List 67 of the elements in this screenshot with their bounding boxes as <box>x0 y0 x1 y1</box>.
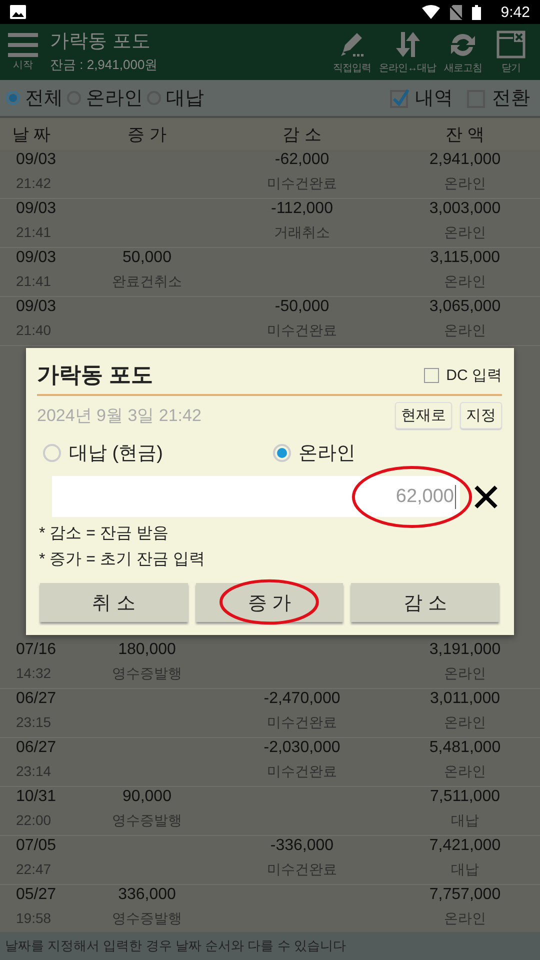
balance-cell-text: 3,011,000 <box>429 690 501 709</box>
date-cell-text: 10/31 <box>15 788 58 807</box>
column-header: 감 소 <box>282 124 322 146</box>
balance-cell-text: 3,065,000 <box>428 298 502 317</box>
footer-note: 날짜를 지정해서 입력한 경우 날짜 순서와 다를 수 있습니다 <box>5 937 346 955</box>
balance-cell-text: 7,511,000 <box>429 788 501 807</box>
checkbox-option[interactable]: 전환 <box>467 85 534 111</box>
balance-cell-text: 3,115,000 <box>429 249 501 268</box>
decrease-amount: -2,030,000 <box>262 739 342 758</box>
wifi-icon <box>422 5 440 19</box>
radio-option[interactable]: 전체 <box>6 85 67 111</box>
decrease-amount: -62,000 <box>274 151 330 170</box>
date-cell-text: 07/16 <box>15 641 58 660</box>
dialog-title: 가락동 포도 <box>37 361 154 389</box>
dc-checkbox[interactable]: DC 입력 <box>424 366 502 384</box>
column-header: 증 가 <box>126 124 168 146</box>
payment-radio[interactable]: 온라인 <box>272 440 502 466</box>
close-icon <box>474 484 498 508</box>
date-cell-text: 06/27 <box>15 739 58 758</box>
toolbar-button[interactable]: 온라인↔대납 <box>377 24 438 80</box>
action-button[interactable]: 감 소 <box>351 583 500 622</box>
radio-option[interactable]: 대납 <box>147 85 208 111</box>
date-cell-text: 09/03 <box>15 200 58 219</box>
toolbar-button[interactable]: 직접입력 <box>329 24 375 80</box>
column-header: 잔 액 <box>444 124 486 146</box>
balance-cell-text: 3,191,000 <box>428 641 502 660</box>
no-sim-icon <box>450 4 462 20</box>
balance-text: 잔금 : 2,941,000원 <box>50 56 159 74</box>
image-icon <box>10 5 26 19</box>
date-cell-text: 09/03 <box>15 151 58 170</box>
decrease-amount: -112,000 <box>270 200 334 219</box>
balance-cell-text: 7,757,000 <box>428 886 502 905</box>
date-cell-text: 09/03 <box>15 298 58 317</box>
increase-amount: 336,000 <box>117 886 177 905</box>
checkbox-option[interactable]: 내역 <box>390 85 457 111</box>
close-window-icon <box>496 30 526 58</box>
date-button[interactable]: 현재로 <box>395 402 452 428</box>
date-cell-text: 09/03 <box>15 249 58 268</box>
toolbar-button[interactable]: 닫기 <box>488 24 534 80</box>
increase-amount: 90,000 <box>122 788 172 807</box>
balance-cell-text: 7,421,000 <box>428 837 502 856</box>
battery-icon <box>472 4 481 20</box>
amount-field[interactable]: 62,000 <box>52 476 460 517</box>
action-button[interactable]: 취 소 <box>40 583 188 622</box>
datetime-text: 2024년 9월 3일 21:42 <box>37 404 202 426</box>
date-button[interactable]: 지정 <box>460 402 502 428</box>
radio-option[interactable]: 온라인 <box>67 85 147 111</box>
note-text: * 감소 = 잔금 받음 <box>39 524 170 544</box>
increase-amount: 180,000 <box>117 641 177 660</box>
column-header: 날 짜 <box>12 124 52 146</box>
menu-icon <box>8 32 38 58</box>
date-cell-text: 06/27 <box>15 690 58 709</box>
balance-cell-text: 2,941,000 <box>428 151 502 170</box>
payment-radio[interactable]: 대납 (현금) <box>43 440 272 466</box>
note-text: * 증가 = 초기 잔금 입력 <box>39 550 206 570</box>
decrease-amount: -336,000 <box>269 837 335 856</box>
toolbar-button[interactable]: 새로고침 <box>440 24 486 80</box>
clock: 9:42 <box>500 4 530 20</box>
decrease-amount: -2,470,000 <box>262 690 342 709</box>
app-title: 가락동 포도 <box>50 30 152 52</box>
decrease-amount: -50,000 <box>274 298 330 317</box>
balance-cell-text: 5,481,000 <box>428 739 502 758</box>
increase-amount: 50,000 <box>122 249 172 268</box>
menu-button[interactable]: 시작 <box>6 24 40 80</box>
balance-cell-text: 3,003,000 <box>428 200 502 219</box>
date-cell-text: 05/27 <box>15 886 58 905</box>
date-cell-text: 07/05 <box>15 837 58 856</box>
